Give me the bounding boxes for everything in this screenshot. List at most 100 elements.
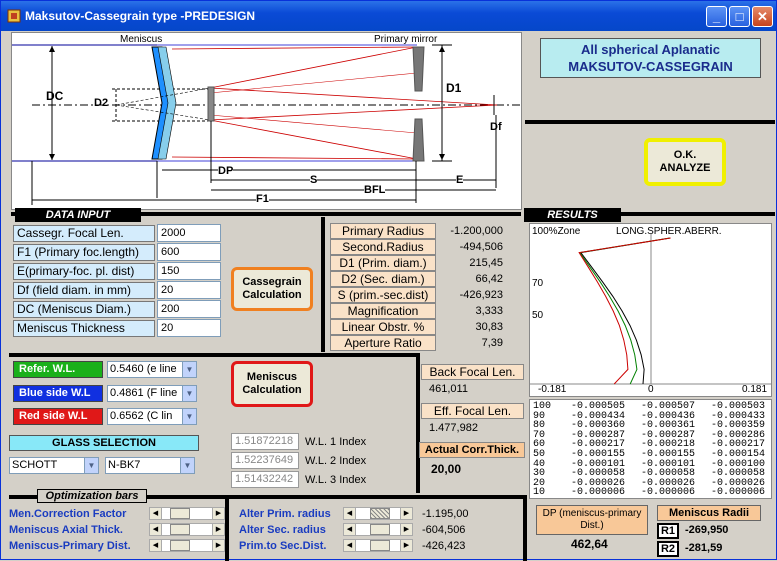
- opt-label-men-prim-dist: Meniscus-Primary Dist.: [9, 540, 131, 552]
- r2-label: R2: [657, 541, 679, 557]
- arrow-left-icon[interactable]: ◀: [150, 524, 162, 535]
- chevron-down-icon[interactable]: ▼: [182, 386, 196, 401]
- correction-factor-slider[interactable]: ◀ ▶: [149, 507, 225, 520]
- index-2-label: W.L. 2 Index: [305, 455, 367, 467]
- arrow-right-icon[interactable]: ▶: [212, 524, 224, 535]
- chevron-down-icon[interactable]: ▼: [182, 362, 196, 377]
- arrow-right-icon[interactable]: ▶: [400, 508, 412, 519]
- df-input[interactable]: 20: [157, 281, 221, 299]
- zone-table: 100 -0.000505 -0.000507 -0.000503 90 -0.00043…: [529, 399, 772, 499]
- opt-label-sec-radius: Alter Sec. radius: [239, 524, 326, 536]
- derived-label-d2: D2 (Sec. diam.): [330, 271, 436, 287]
- arrow-left-icon[interactable]: ◀: [344, 508, 356, 519]
- aberration-series-line: [578, 237, 671, 385]
- glass-type-value: N-BK7: [108, 459, 141, 471]
- input-label-thickness: Meniscus Thickness: [13, 320, 155, 337]
- title-bar[interactable]: Maksutov-Cassegrain type -PREDESIGN _ □ …: [1, 1, 776, 31]
- bfl-label: Back Focal Len.: [421, 364, 524, 380]
- label-e: E: [456, 174, 464, 186]
- men-prim-dist-slider[interactable]: ◀ ▶: [149, 539, 225, 552]
- thickness-input[interactable]: 20: [157, 319, 221, 337]
- index-2-box: 1.52237649: [231, 452, 299, 469]
- meniscus-radii-header: Meniscus Radii: [657, 505, 761, 521]
- f1-input[interactable]: 600: [157, 243, 221, 261]
- arrow-right-icon[interactable]: ▶: [212, 508, 224, 519]
- input-label-f1: F1 (Primary foc.length): [13, 244, 155, 261]
- label-s: S: [310, 174, 318, 186]
- zone-value-a: -0.000006: [570, 487, 625, 499]
- chevron-down-icon[interactable]: ▼: [84, 458, 98, 473]
- input-label-cass-focal: Cassegr. Focal Len.: [13, 225, 155, 242]
- derived-value-s: -426,923: [459, 289, 503, 301]
- blue-wl-value: 0.4861 (F line: [110, 387, 178, 399]
- label-dc: DC: [46, 89, 64, 103]
- efl-label: Eff. Focal Len.: [421, 403, 524, 419]
- glass-maker-select[interactable]: SCHOTT ▼: [9, 457, 99, 474]
- derived-label-magnification: Magnification: [330, 303, 436, 319]
- derived-label-second-radius: Second.Radius: [330, 239, 436, 255]
- red-wl-value: 0.6562 (C lin: [110, 410, 173, 422]
- cass-button-line2: Calculation: [242, 289, 302, 301]
- divider: [321, 217, 325, 352]
- actual-thick-value: 20,00: [431, 462, 462, 476]
- r2-value: -281,59: [685, 542, 723, 554]
- optical-diagram: Meniscus Primary mirror DC D2 D1 Df DP S…: [11, 32, 522, 210]
- chevron-down-icon[interactable]: ▼: [182, 409, 196, 424]
- sec-radius-slider[interactable]: ◀ ▶: [343, 523, 413, 536]
- slider-thumb[interactable]: [170, 540, 190, 551]
- input-label-dc: DC (Meniscus Diam.): [13, 301, 155, 318]
- input-label-e: E(primary-foc. pl. dist): [13, 263, 155, 280]
- chevron-down-icon[interactable]: ▼: [180, 458, 194, 473]
- index-1-label: W.L. 1 Index: [305, 436, 367, 448]
- slider-thumb[interactable]: [370, 508, 390, 519]
- slider-thumb[interactable]: [370, 540, 390, 551]
- maximize-button[interactable]: □: [729, 6, 750, 27]
- derived-label-s: S (prim.-sec.dist): [330, 287, 436, 303]
- axial-thick-slider[interactable]: ◀ ▶: [149, 523, 225, 536]
- glass-type-select[interactable]: N-BK7 ▼: [105, 457, 195, 474]
- arrow-right-icon[interactable]: ▶: [400, 524, 412, 535]
- sec-radius-value: -604,506: [422, 524, 466, 536]
- zone-row: 10 -0.000006 -0.000006 -0.000006: [533, 488, 769, 498]
- prim-radius-slider[interactable]: ◀ ▶: [343, 507, 413, 520]
- arrow-left-icon[interactable]: ◀: [344, 524, 356, 535]
- minimize-button[interactable]: _: [706, 6, 727, 27]
- app-icon: [7, 9, 21, 23]
- chart-xzero: 0: [648, 384, 654, 395]
- chart-y50: 50: [532, 310, 544, 321]
- dc-input[interactable]: 200: [157, 300, 221, 318]
- ok-analyze-button[interactable]: O.K. ANALYZE: [644, 138, 726, 186]
- slider-thumb[interactable]: [370, 524, 390, 535]
- zone-value-c: -0.000006: [710, 487, 765, 499]
- aberration-series-line: [579, 237, 671, 385]
- zone-rows: 100 -0.000505 -0.000507 -0.000503 90 -0.00043…: [533, 402, 769, 498]
- blue-wl-select[interactable]: 0.4861 (F line ▼: [107, 385, 197, 402]
- cass-focal-input[interactable]: 2000: [157, 224, 221, 242]
- zone-number: 10: [533, 487, 546, 499]
- derived-value-primary-radius: -1.200,000: [450, 225, 503, 237]
- label-bfl: BFL: [364, 184, 386, 196]
- blue-wl-label: Blue side W.L: [13, 385, 103, 402]
- slider-thumb[interactable]: [170, 524, 190, 535]
- red-wl-select[interactable]: 0.6562 (C lin ▼: [107, 408, 197, 425]
- results-header: RESULTS: [524, 208, 621, 222]
- design-title-line2: MAKSUTOV-CASSEGRAIN: [568, 59, 733, 74]
- arrow-right-icon[interactable]: ▶: [400, 540, 412, 551]
- meniscus-calc-button[interactable]: Meniscus Calculation: [231, 361, 313, 407]
- refer-wl-select[interactable]: 0.5460 (e line ▼: [107, 361, 197, 378]
- cassegrain-calc-button[interactable]: Cassegrain Calculation: [231, 267, 313, 311]
- spherical-aberration-chart: 100%Zone LONG.SPHER.ABERR. 70 50 -0.181 …: [529, 223, 772, 397]
- e-input[interactable]: 150: [157, 262, 221, 280]
- derived-label-aperture-ratio: Aperture Ratio: [330, 335, 436, 351]
- prim-sec-dist-slider[interactable]: ◀ ▶: [343, 539, 413, 552]
- meniscus-button-line2: Calculation: [242, 384, 302, 396]
- arrow-right-icon[interactable]: ▶: [212, 540, 224, 551]
- arrow-left-icon[interactable]: ◀: [150, 540, 162, 551]
- arrow-left-icon[interactable]: ◀: [150, 508, 162, 519]
- dp-value: 462,64: [571, 537, 608, 551]
- label-d1: D1: [446, 81, 462, 95]
- derived-label-primary-radius: Primary Radius: [330, 223, 436, 239]
- close-button[interactable]: ✕: [752, 6, 773, 27]
- slider-thumb[interactable]: [170, 508, 190, 519]
- arrow-left-icon[interactable]: ◀: [344, 540, 356, 551]
